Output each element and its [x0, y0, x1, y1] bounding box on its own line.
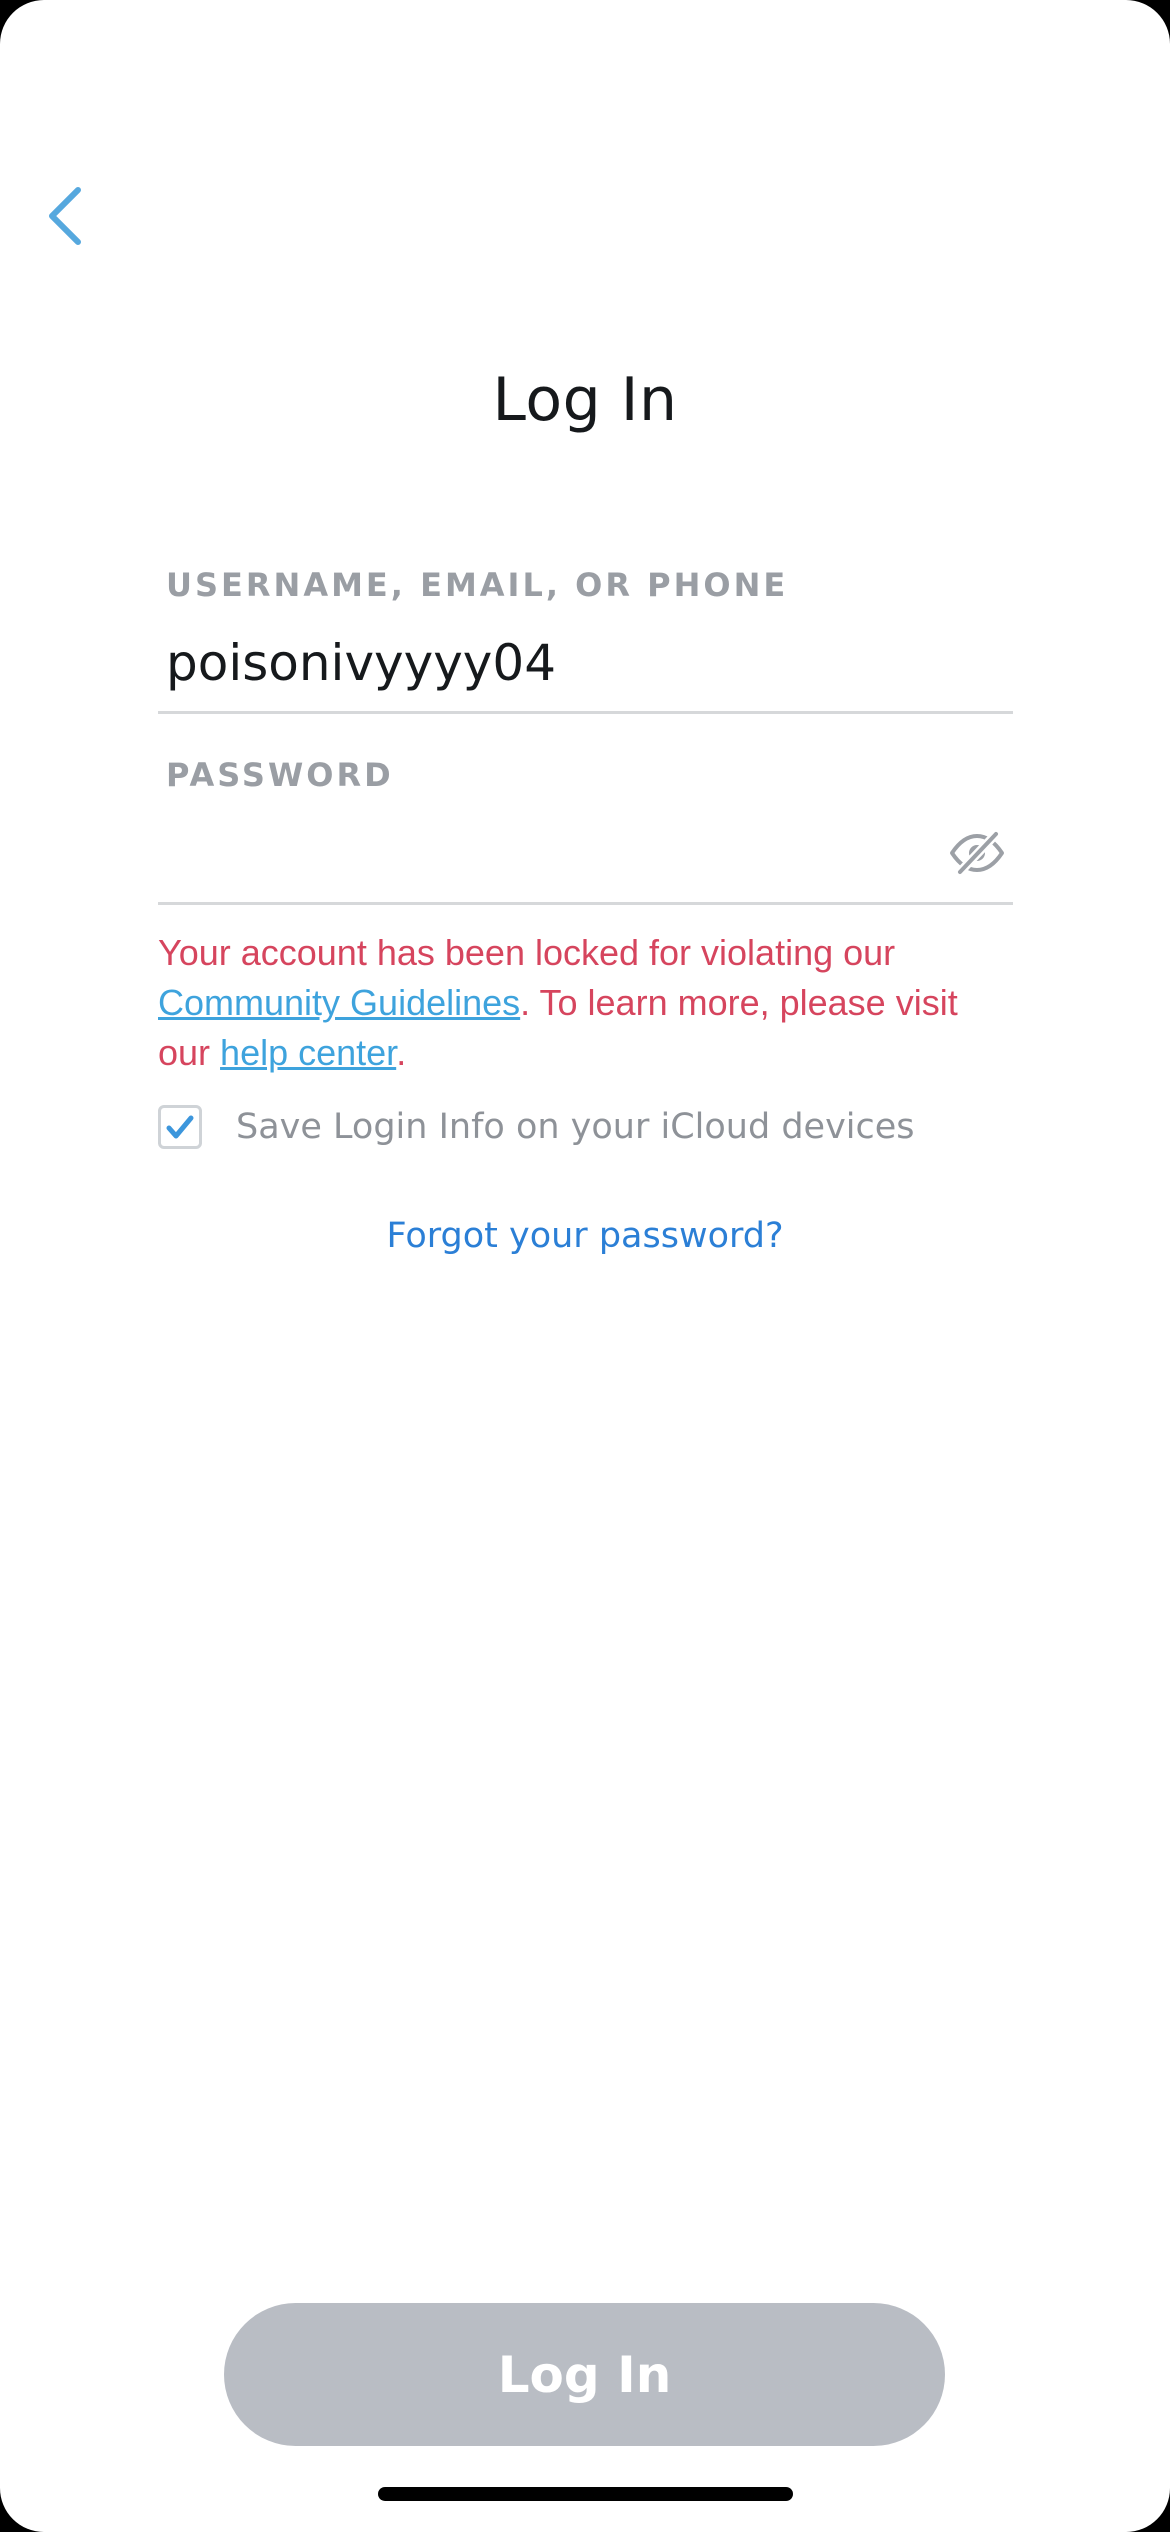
login-screen: Log In USERNAME, EMAIL, OR PHONE PASSWOR…: [0, 0, 1170, 2532]
password-input[interactable]: [166, 818, 926, 888]
community-guidelines-link[interactable]: Community Guidelines: [158, 982, 520, 1023]
page-title: Log In: [492, 365, 678, 435]
eye-slash-icon: [950, 829, 1004, 877]
back-button[interactable]: [30, 168, 110, 268]
home-indicator[interactable]: [378, 2487, 793, 2501]
checkmark-icon: [166, 1115, 194, 1139]
username-label: USERNAME, EMAIL, OR PHONE: [166, 566, 789, 604]
password-divider: [158, 902, 1013, 905]
password-label: PASSWORD: [166, 756, 394, 794]
password-visibility-toggle[interactable]: [946, 822, 1008, 884]
account-locked-error: Your account has been locked for violati…: [158, 928, 1018, 1078]
forgot-password-link[interactable]: Forgot your password?: [0, 1216, 1170, 1256]
username-input[interactable]: [166, 628, 986, 698]
login-button-label: Log In: [497, 2345, 672, 2404]
save-login-checkbox[interactable]: [158, 1105, 202, 1149]
username-divider: [158, 711, 1013, 714]
chevron-left-icon: [49, 187, 81, 245]
help-center-link[interactable]: help center: [220, 1032, 396, 1073]
login-button[interactable]: Log In: [224, 2303, 945, 2446]
error-text-end: .: [396, 1032, 407, 1073]
error-text-start: Your account has been locked for violati…: [158, 932, 896, 973]
save-login-row: Save Login Info on your iCloud devices: [158, 1102, 915, 1152]
save-login-label: Save Login Info on your iCloud devices: [236, 1107, 915, 1147]
